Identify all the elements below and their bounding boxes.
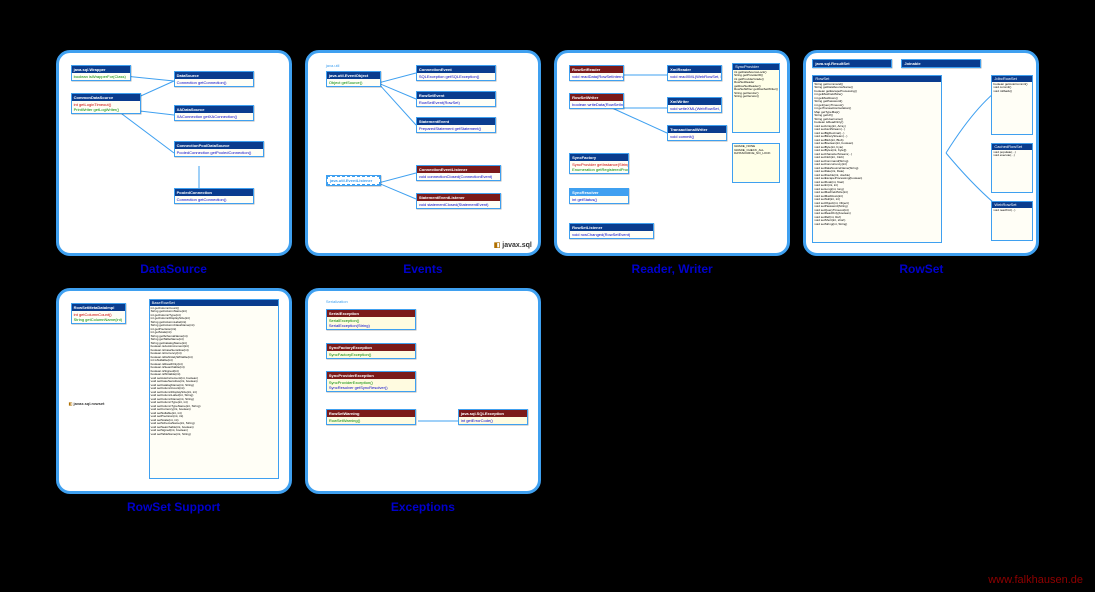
- label-events: Events: [403, 262, 442, 276]
- section-label: java.util: [326, 63, 340, 68]
- label-rowset-support: RowSet Support: [127, 500, 220, 514]
- cell-datasource: java.sql.Wrapper boolean isWrapperFor(Cl…: [55, 50, 292, 276]
- section-label: Serialization: [326, 299, 348, 304]
- label-exceptions: Exceptions: [391, 500, 455, 514]
- label-datasource: DataSource: [140, 262, 207, 276]
- cell-rowset-support: RowSetMetaDataImpl int getColumnCount() …: [55, 288, 292, 514]
- card-rowset[interactable]: java.sql.ResultSet Joinable RowSet Strin…: [803, 50, 1039, 256]
- card-events[interactable]: java.util java.util.EventObject Object g…: [305, 50, 541, 256]
- cell-rowset: java.sql.ResultSet Joinable RowSet Strin…: [803, 50, 1040, 276]
- footer-link[interactable]: www.falkhausen.de: [988, 574, 1083, 586]
- card-exceptions[interactable]: Serialization SerialException SerialExce…: [305, 288, 541, 494]
- label-rowset: RowSet: [899, 262, 943, 276]
- pkg-label: javax.sql: [502, 242, 532, 249]
- card-rowset-support[interactable]: RowSetMetaDataImpl int getColumnCount() …: [56, 288, 292, 494]
- label-reader-writer: Reader, Writer: [632, 262, 713, 276]
- diagram-grid: java.sql.Wrapper boolean isWrapperFor(Cl…: [0, 0, 1095, 522]
- cell-reader-writer: RowSetReader void readData(RowSetInterna…: [554, 50, 791, 276]
- card-datasource[interactable]: java.sql.Wrapper boolean isWrapperFor(Cl…: [56, 50, 292, 256]
- cell-events: java.util java.util.EventObject Object g…: [304, 50, 541, 276]
- card-reader-writer[interactable]: RowSetReader void readData(RowSetInterna…: [554, 50, 790, 256]
- cell-exceptions: Serialization SerialException SerialExce…: [304, 288, 541, 514]
- pkg-label: javax.sql.rowset: [74, 401, 105, 406]
